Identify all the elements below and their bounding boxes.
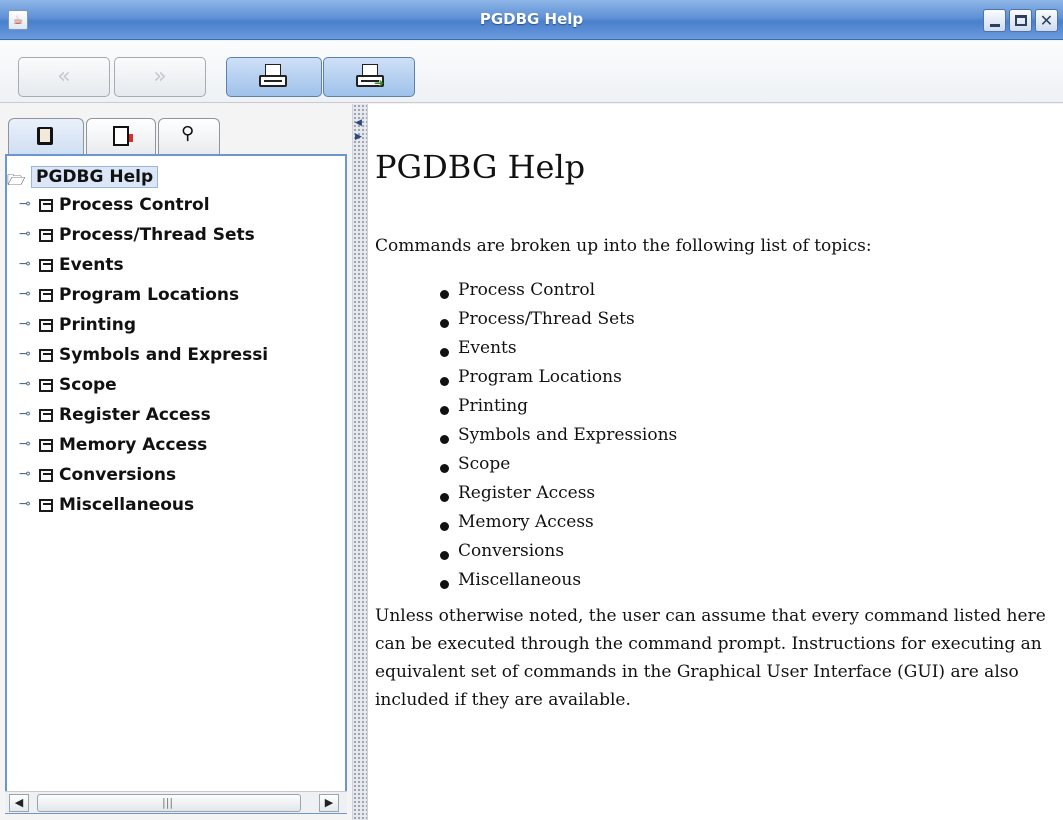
close-button[interactable]: ✕ <box>1035 9 1058 32</box>
tree-node[interactable]: ⊸ Symbols and Expressi <box>7 341 345 371</box>
tree-node-label: Register Access <box>59 405 211 425</box>
scroll-thumb[interactable] <box>37 794 301 812</box>
expand-handle-icon[interactable]: ⊸ <box>19 496 31 512</box>
tree-node-label: Program Locations <box>59 285 240 305</box>
folder-icon <box>39 379 53 392</box>
expand-handle-icon[interactable]: ⊸ <box>19 466 31 482</box>
expand-handle-icon[interactable]: ⊸ <box>19 436 31 452</box>
topic-item: Memory Access <box>438 512 677 541</box>
topic-item: Process Control <box>438 280 677 309</box>
tree-node-label: Process Control <box>59 195 210 215</box>
toc-tree[interactable]: 🗁 PGDBG Help ⊸ Process Control ⊸ Process/Th… <box>5 154 347 814</box>
tree-node-label: Conversions <box>59 465 177 485</box>
topic-item: Conversions <box>438 541 677 570</box>
toolbar: « » ➜ <box>0 41 1063 103</box>
tree-node[interactable]: ⊸ Printing <box>7 311 345 341</box>
outro-paragraph: Unless otherwise noted, the user can ass… <box>375 606 1046 710</box>
expand-handle-icon[interactable]: ⊸ <box>19 376 31 392</box>
expand-handle-icon[interactable]: ⊸ <box>19 196 31 212</box>
tree-root[interactable]: 🗁 PGDBG Help <box>7 164 345 191</box>
tree-node-label: Miscellaneous <box>59 495 195 515</box>
tree-node[interactable]: ⊸ Conversions <box>7 461 345 491</box>
folder-icon <box>39 289 53 302</box>
tree-node[interactable]: ⊸ Register Access <box>7 401 345 431</box>
tab-index[interactable] <box>86 118 156 154</box>
collapse-left-icon[interactable]: ◀ <box>355 118 365 128</box>
tree-node[interactable]: ⊸ Events <box>7 251 345 281</box>
tree-node[interactable]: ⊸ Process/Thread Sets <box>7 221 345 251</box>
tree-node[interactable]: ⊸ Program Locations <box>7 281 345 311</box>
forward-arrow-icon: » <box>153 64 167 89</box>
topic-item: Register Access <box>438 483 677 512</box>
collapse-right-icon[interactable]: ▶ <box>355 132 365 142</box>
navigator-pane: ⚲ 🗁 PGDBG Help ⊸ Process Control ⊸ Process/… <box>0 104 352 820</box>
folder-icon <box>39 439 53 452</box>
topic-item: Events <box>438 338 677 367</box>
tree-node-label: Memory Access <box>59 435 208 455</box>
folder-icon <box>39 259 53 272</box>
topic-item: Program Locations <box>438 367 677 396</box>
help-content: PGDBG Help Commands are broken up into t… <box>368 104 1063 820</box>
topic-item: Miscellaneous <box>438 570 677 599</box>
tree-node[interactable]: ⊸ Miscellaneous <box>7 491 345 521</box>
tree-node[interactable]: ⊸ Process Control <box>7 191 345 221</box>
folder-icon <box>39 349 53 362</box>
tree-node[interactable]: ⊸ Scope <box>7 371 345 401</box>
expand-handle-icon[interactable]: ⊸ <box>19 256 31 272</box>
minimize-icon <box>990 24 1000 27</box>
print-setup-icon: ➜ <box>356 64 384 90</box>
intro-paragraph: Commands are broken up into the followin… <box>375 236 872 256</box>
folder-icon <box>39 409 53 422</box>
tab-search[interactable]: ⚲ <box>158 118 220 154</box>
tree-node[interactable]: ⊸ Memory Access <box>7 431 345 461</box>
expand-handle-icon[interactable]: ⊸ <box>19 226 31 242</box>
tree-node-label: Symbols and Expressi <box>59 345 269 365</box>
folder-icon <box>39 199 53 212</box>
expand-handle-icon[interactable]: ⊸ <box>19 316 31 332</box>
maximize-icon <box>1015 15 1027 26</box>
tree-node-label: Events <box>59 255 124 275</box>
book-icon <box>37 127 53 145</box>
print-button[interactable] <box>226 57 322 97</box>
window-title: PGDBG Help <box>479 10 584 28</box>
topic-item: Printing <box>438 396 677 425</box>
tree-node-label: Printing <box>59 315 136 335</box>
expand-handle-icon[interactable]: ⊸ <box>19 346 31 362</box>
tree-node-label: Process/Thread Sets <box>59 225 255 245</box>
scroll-left-button[interactable]: ◀ <box>9 794 29 812</box>
minimize-button[interactable] <box>983 9 1006 32</box>
topic-item: Symbols and Expressions <box>438 425 677 454</box>
title-bar[interactable]: ☕ PGDBG Help ✕ <box>0 0 1063 40</box>
maximize-button[interactable] <box>1009 9 1032 32</box>
tab-contents[interactable] <box>8 118 84 154</box>
pane-splitter[interactable]: ◀ ▶ <box>352 104 368 820</box>
back-button[interactable]: « <box>18 57 110 97</box>
scroll-right-button[interactable]: ▶ <box>319 794 339 812</box>
topic-list: Process Control Process/Thread Sets Events… <box>438 280 677 599</box>
index-icon <box>113 126 133 146</box>
tree-node-label: Scope <box>59 375 117 395</box>
folder-icon <box>39 319 53 332</box>
folder-icon <box>39 229 53 242</box>
close-icon: ✕ <box>1039 11 1054 30</box>
magnifier-icon: ⚲ <box>181 123 195 144</box>
expand-handle-icon[interactable]: ⊸ <box>19 406 31 422</box>
printer-icon <box>259 64 287 90</box>
folder-icon <box>39 499 53 512</box>
topic-item: Process/Thread Sets <box>438 309 677 338</box>
horizontal-scrollbar[interactable]: ◀ ▶ <box>5 791 347 813</box>
page-title: PGDBG Help <box>375 148 586 186</box>
forward-button[interactable]: » <box>114 57 206 97</box>
topic-item: Scope <box>438 454 677 483</box>
back-arrow-icon: « <box>57 64 71 89</box>
tree-root-label: PGDBG Help <box>31 166 159 188</box>
expand-handle-icon[interactable]: ⊸ <box>19 286 31 302</box>
print-setup-button[interactable]: ➜ <box>323 57 415 97</box>
folder-icon <box>39 469 53 482</box>
